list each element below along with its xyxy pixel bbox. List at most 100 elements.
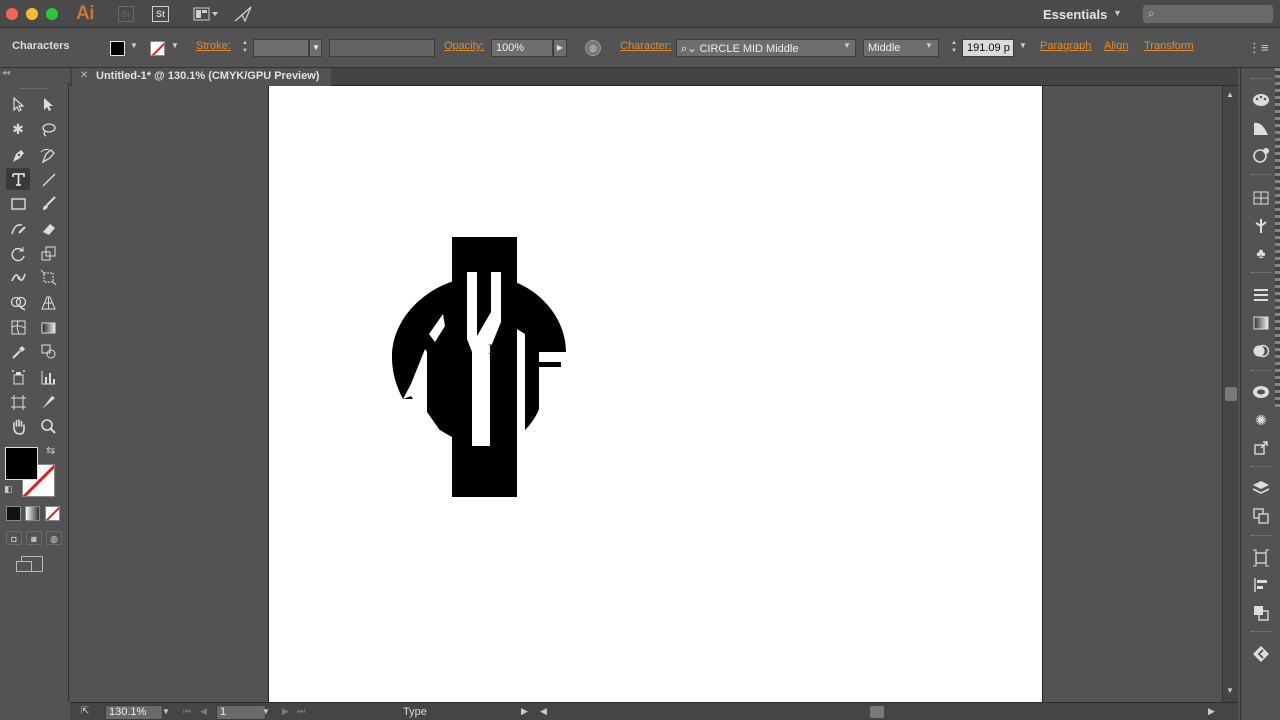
recolor-artwork-icon[interactable]: ◍: [585, 40, 601, 56]
share-icon[interactable]: ⇱: [81, 706, 89, 717]
align-link[interactable]: Align: [1104, 40, 1128, 52]
chevron-down-icon[interactable]: ▼: [162, 707, 170, 716]
rectangle-tool-icon[interactable]: [6, 192, 30, 214]
direct-selection-tool-icon[interactable]: [36, 93, 60, 115]
asset-export-icon[interactable]: [1250, 438, 1272, 458]
chevron-down-icon[interactable]: ▼: [309, 39, 322, 57]
color-theme-icon[interactable]: [1250, 118, 1272, 138]
chevron-down-icon[interactable]: ▼: [843, 41, 851, 50]
swap-fill-stroke-icon[interactable]: ⇆: [46, 444, 55, 457]
chevron-down-icon[interactable]: ▼: [1113, 8, 1122, 18]
fill-color-swatch[interactable]: [110, 41, 125, 56]
chevron-right-icon[interactable]: ▶: [553, 39, 567, 57]
toolbar-grip[interactable]: [20, 88, 48, 90]
expand-panels-icon[interactable]: [1250, 644, 1272, 664]
symbol-sprayer-tool-icon[interactable]: [6, 366, 30, 388]
document-tab[interactable]: ✕ Untitled-1* @ 130.1% (CMYK/GPU Preview…: [72, 68, 332, 86]
draw-inside-icon[interactable]: ◍: [46, 531, 62, 545]
search-input[interactable]: ⌕: [1143, 5, 1273, 23]
dock-grip[interactable]: [1251, 466, 1271, 468]
dock-grip[interactable]: [1251, 174, 1271, 176]
blend-tool-icon[interactable]: [36, 340, 60, 362]
stroke-weight-field[interactable]: [253, 39, 309, 57]
dock-grip[interactable]: [1251, 272, 1271, 274]
curvature-tool-icon[interactable]: [36, 144, 60, 166]
window-zoom-button[interactable]: [46, 8, 58, 20]
transform-link[interactable]: Transform: [1144, 40, 1194, 52]
hand-tool-icon[interactable]: [6, 415, 30, 437]
shaper-tool-icon[interactable]: [6, 217, 30, 239]
stroke-panel-icon[interactable]: [1250, 285, 1272, 305]
gradient-mode-button[interactable]: [25, 506, 40, 521]
chevron-down-icon[interactable]: ▼: [925, 41, 933, 50]
next-artboard-icon[interactable]: ▶: [282, 706, 289, 717]
scroll-down-icon[interactable]: ▼: [1226, 686, 1234, 695]
draw-normal-icon[interactable]: ◘: [6, 531, 22, 545]
scroll-left-icon[interactable]: ◀: [540, 706, 547, 717]
none-mode-button[interactable]: [45, 506, 60, 521]
line-segment-tool-icon[interactable]: [36, 168, 60, 190]
appearance-icon[interactable]: [1250, 146, 1272, 166]
type-tool-icon[interactable]: [6, 168, 30, 190]
align-panel-icon[interactable]: [1250, 575, 1272, 595]
collapse-toolbar-icon[interactable]: ◂◂: [2, 68, 10, 77]
font-size-stepper[interactable]: ▲ ▼: [948, 39, 960, 57]
chevron-right-icon[interactable]: ▶: [521, 706, 528, 717]
opacity-field[interactable]: 100%: [491, 39, 553, 57]
layers-icon[interactable]: [1250, 478, 1272, 498]
stock-icon[interactable]: St: [152, 6, 169, 22]
gradient-panel-icon[interactable]: [1250, 313, 1272, 333]
dock-grip[interactable]: [1251, 78, 1271, 80]
dock-grip[interactable]: [1251, 370, 1271, 372]
artboard[interactable]: I: [268, 86, 1043, 702]
last-artboard-icon[interactable]: ⏭: [297, 706, 305, 717]
perspective-grid-tool-icon[interactable]: [36, 291, 60, 313]
shape-builder-tool-icon[interactable]: [6, 291, 30, 313]
artboard-tool-icon[interactable]: [6, 391, 30, 413]
font-family-field[interactable]: ⌕⌄ CIRCLE MID Middle: [676, 39, 856, 57]
canvas-area[interactable]: I: [70, 86, 1222, 702]
first-artboard-icon[interactable]: ⏮: [183, 706, 191, 717]
monogram-artwork[interactable]: [389, 234, 569, 499]
puppet-warp-icon[interactable]: [1250, 216, 1272, 236]
magic-wand-tool-icon[interactable]: ✱: [6, 118, 30, 140]
color-guide-icon[interactable]: [1250, 90, 1272, 110]
graphic-styles-icon[interactable]: ✺: [1250, 410, 1272, 430]
transform-grid-icon[interactable]: [1250, 188, 1272, 208]
character-label[interactable]: Character:: [620, 40, 671, 52]
vertical-scroll-thumb[interactable]: [1225, 387, 1237, 401]
chevron-down-icon[interactable]: ▼: [171, 41, 179, 50]
previous-artboard-icon[interactable]: ◀: [200, 706, 207, 717]
stroke-weight-stepper[interactable]: ▲ ▼: [239, 39, 251, 57]
paragraph-link[interactable]: Paragraph: [1040, 40, 1091, 52]
workspace-switcher[interactable]: Essentials: [1043, 7, 1107, 22]
scale-tool-icon[interactable]: [36, 242, 60, 264]
zoom-tool-icon[interactable]: [36, 415, 60, 437]
panel-menu-icon[interactable]: ⋮≡: [1248, 40, 1269, 56]
paintbrush-tool-icon[interactable]: [36, 192, 60, 214]
scroll-right-icon[interactable]: ▶: [1208, 706, 1215, 717]
color-mode-button[interactable]: [6, 506, 21, 521]
variable-width-profile-dropdown[interactable]: [329, 39, 435, 57]
transform-panel-icon[interactable]: [1250, 548, 1272, 568]
window-minimize-button[interactable]: [26, 8, 38, 20]
scroll-up-icon[interactable]: ▲: [1226, 90, 1234, 99]
paper-plane-icon[interactable]: [234, 6, 252, 22]
dock-grip[interactable]: [1251, 535, 1271, 537]
screen-mode-icon[interactable]: [16, 556, 43, 572]
artboard-number-field[interactable]: 1: [216, 705, 266, 720]
rotate-tool-icon[interactable]: [6, 242, 30, 264]
stroke-label[interactable]: Stroke:: [196, 40, 231, 52]
current-tool-status[interactable]: Type: [403, 706, 427, 718]
chevron-down-icon[interactable]: ▼: [1019, 41, 1027, 50]
pathfinder-icon[interactable]: [1250, 603, 1272, 623]
dock-grip[interactable]: [1251, 631, 1271, 633]
transparency-icon[interactable]: [1250, 341, 1272, 361]
opacity-label[interactable]: Opacity:: [444, 40, 484, 52]
artboards-icon[interactable]: [1250, 506, 1272, 526]
font-size-field[interactable]: 191.09 p: [962, 39, 1014, 57]
pen-tool-icon[interactable]: [6, 144, 30, 166]
symbols-icon[interactable]: ♣: [1250, 243, 1272, 263]
slice-tool-icon[interactable]: [36, 391, 60, 413]
horizontal-scroll-thumb[interactable]: [870, 706, 884, 718]
